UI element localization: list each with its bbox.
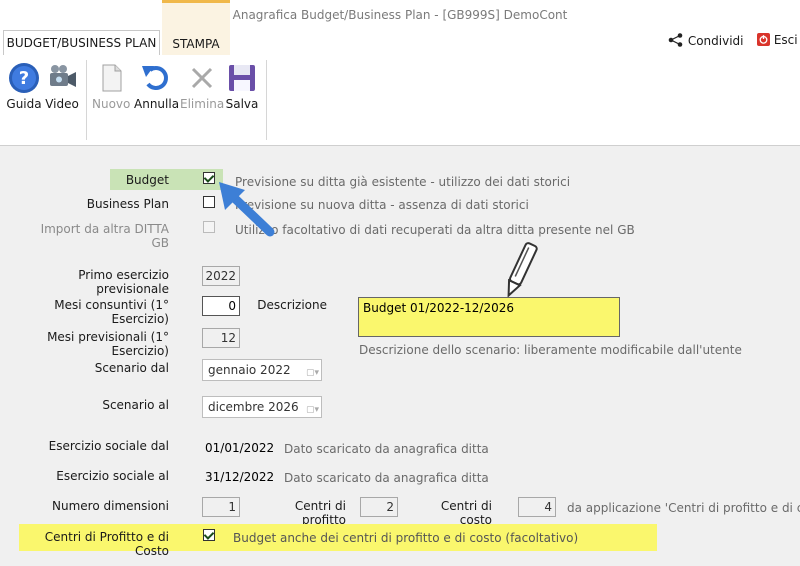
window-title: Anagrafica Budget/Business Plan - [GB999… xyxy=(232,8,568,22)
centri-profitto-costo-note: Budget anche dei centri di profitto e di… xyxy=(233,531,579,545)
esercizio-dal-value: 01/01/2022 xyxy=(205,441,275,455)
svg-text:?: ? xyxy=(19,68,29,89)
mesi-previsionali-label: Mesi previsionali (1° Esercizio) xyxy=(47,330,169,358)
delete-icon xyxy=(191,67,213,89)
scenario-dal-value: gennaio 2022 xyxy=(208,363,291,377)
nuovo-button[interactable]: Nuovo xyxy=(92,62,130,111)
esercizio-dal-label: Esercizio sociale dal xyxy=(48,439,169,453)
budget-checkbox[interactable] xyxy=(203,172,215,184)
budget-label: Budget xyxy=(125,173,169,187)
dimensioni-note: da applicazione 'Centri di profitto e di… xyxy=(567,501,800,515)
scenario-dal-label: Scenario dal xyxy=(94,361,169,375)
exit-label: Esci xyxy=(773,33,798,47)
video-button[interactable]: Video xyxy=(44,62,80,111)
share-button[interactable]: Condividi xyxy=(668,33,744,48)
import-note: Utilizzo facoltativo di dati recuperati … xyxy=(235,223,635,237)
elimina-button[interactable]: Elimina xyxy=(180,62,224,111)
centri-costo-field[interactable]: 4 xyxy=(518,497,556,517)
esercizio-al-note: Dato scaricato da anagrafica ditta xyxy=(284,471,489,485)
save-floppy-icon xyxy=(229,65,255,91)
numero-dimensioni-label: Numero dimensioni xyxy=(52,499,169,513)
guida-label: Guida xyxy=(6,97,42,111)
numero-dimensioni-field[interactable]: 1 xyxy=(202,497,240,517)
video-label: Video xyxy=(45,97,79,111)
centri-profitto-costo-label: Centri di Profitto e di Costo xyxy=(44,530,169,558)
calendar-dropdown-icon[interactable]: ▢▾ xyxy=(299,363,319,378)
primo-esercizio-label: Primo esercizio previsionale xyxy=(78,268,169,296)
mesi-consuntivi-label: Mesi consuntivi (1° Esercizio) xyxy=(54,298,169,326)
exit-button[interactable]: Esci xyxy=(757,33,798,47)
descrizione-note: Descrizione dello scenario: liberamente … xyxy=(359,343,742,357)
scenario-dal-select[interactable]: gennaio 2022 ▢▾ xyxy=(202,359,322,381)
new-document-icon xyxy=(102,64,122,92)
business-plan-note: Previsione su nuova ditta - assenza di d… xyxy=(235,198,529,212)
help-icon: ? xyxy=(9,63,39,93)
descrizione-label: Descrizione xyxy=(257,298,327,312)
share-icon xyxy=(668,33,683,47)
share-label: Condividi xyxy=(687,34,744,48)
esercizio-al-label: Esercizio sociale al xyxy=(56,469,169,483)
toolbar-separator xyxy=(86,60,87,140)
esercizio-dal-note: Dato scaricato da anagrafica ditta xyxy=(284,442,489,456)
exit-icon xyxy=(757,33,770,46)
pointer-arrow-icon xyxy=(219,182,275,237)
esercizio-al-value: 31/12/2022 xyxy=(205,470,275,484)
primo-esercizio-field[interactable]: 2022 xyxy=(202,266,240,286)
video-camera-icon xyxy=(50,65,76,87)
centri-profitto-label: Centri di profitto xyxy=(294,499,346,527)
scenario-al-label: Scenario al xyxy=(102,398,169,412)
salva-button[interactable]: Salva xyxy=(224,62,260,111)
centri-costo-label: Centri di costo xyxy=(440,499,492,527)
elimina-label: Elimina xyxy=(180,97,225,111)
pen-icon xyxy=(507,242,538,298)
import-label: Import da altra DITTA GB xyxy=(40,222,169,250)
scenario-al-value: dicembre 2026 xyxy=(208,400,299,414)
undo-icon xyxy=(142,66,168,90)
calendar-dropdown-icon[interactable]: ▢▾ xyxy=(299,400,319,415)
tab-stampa[interactable]: STAMPA xyxy=(162,0,230,55)
annulla-label: Annulla xyxy=(134,97,180,111)
centri-profitto-costo-checkbox[interactable] xyxy=(203,529,215,541)
annulla-button[interactable]: Annulla xyxy=(134,62,180,111)
toolbar-separator xyxy=(266,60,267,140)
mesi-consuntivi-input[interactable]: 0 xyxy=(202,296,240,316)
scenario-al-select[interactable]: dicembre 2026 ▢▾ xyxy=(202,396,322,418)
salva-label: Salva xyxy=(225,97,259,111)
descrizione-input[interactable]: Budget 01/2022-12/2026 xyxy=(358,297,620,337)
tab-budget-business-plan[interactable]: BUDGET/BUSINESS PLAN xyxy=(3,30,160,55)
guida-button[interactable]: ? Guida xyxy=(6,62,42,111)
business-plan-label: Business Plan xyxy=(86,197,169,211)
centri-profitto-field[interactable]: 2 xyxy=(360,497,398,517)
import-checkbox[interactable] xyxy=(203,221,215,233)
business-plan-checkbox[interactable] xyxy=(203,196,215,208)
tab-stampa-label: STAMPA xyxy=(172,37,220,51)
mesi-previsionali-field[interactable]: 12 xyxy=(202,328,240,348)
nuovo-label: Nuovo xyxy=(92,97,131,111)
budget-note: Previsione su ditta già esistente - util… xyxy=(235,175,571,189)
